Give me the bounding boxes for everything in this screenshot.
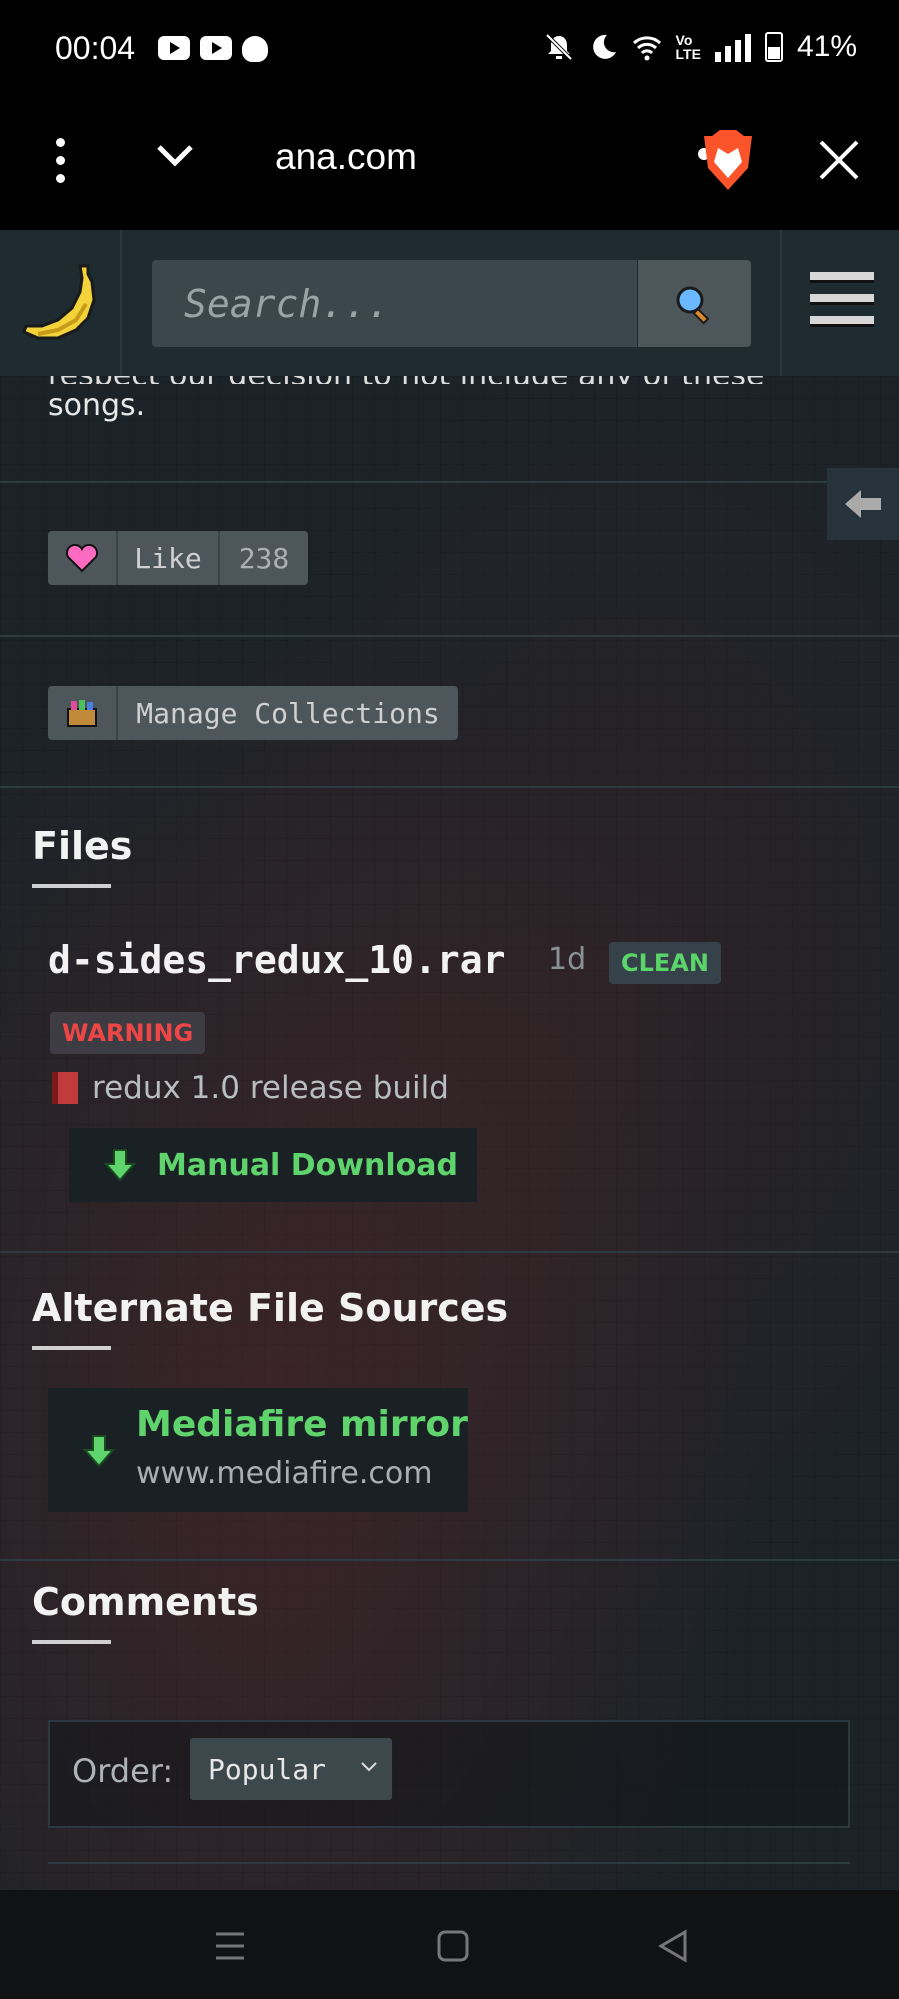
file-description-text: redux 1.0 release build [92, 1070, 449, 1106]
manual-download-label: Manual Download [157, 1147, 458, 1183]
search-input[interactable] [152, 260, 656, 347]
heading-underline [32, 1640, 111, 1644]
status-time: 00:04 [55, 30, 136, 66]
notifications-off-icon [545, 33, 572, 61]
chevron-down-icon[interactable] [155, 135, 195, 175]
status-bar: 00:04 Vo LTE 41% [0, 0, 899, 100]
page-content: respect our decision to not include any … [0, 376, 899, 1890]
moon-icon [592, 34, 616, 59]
mediafire-mirror-link[interactable]: Mediafire mirror www.mediafire.com [48, 1388, 468, 1512]
header-divider [780, 230, 782, 376]
recent-apps-icon[interactable] [212, 1928, 248, 1964]
manual-download-button[interactable]: Manual Download [69, 1128, 477, 1202]
notification-icons [158, 36, 268, 62]
comments-heading: Comments [32, 1580, 259, 1624]
comment-order-bar: Order: Popular [48, 1720, 850, 1828]
system-nav-bar [0, 1890, 899, 1999]
file-name: d-sides_redux_10.rar [48, 938, 506, 982]
youtube-icon [158, 36, 190, 60]
banana-icon[interactable] [18, 260, 102, 344]
download-arrow-icon [82, 1435, 116, 1468]
back-tab[interactable] [827, 468, 899, 540]
order-selected-value: Popular [208, 1752, 327, 1786]
battery-percent: 41% [796, 30, 857, 63]
alternate-sources-heading: Alternate File Sources [32, 1286, 509, 1330]
mirror-title: Mediafire mirror [136, 1404, 468, 1445]
search-box[interactable] [152, 260, 656, 347]
site-header [0, 230, 899, 377]
signal-icon [714, 32, 751, 62]
section-divider [0, 786, 899, 788]
home-icon[interactable] [435, 1928, 471, 1964]
wifi-icon [632, 36, 661, 61]
close-icon[interactable] [815, 136, 863, 184]
back-icon[interactable] [655, 1928, 691, 1964]
book-icon [52, 1072, 78, 1104]
warning-badge[interactable]: WARNING [50, 1012, 206, 1054]
collections-group[interactable]: Manage Collections [48, 686, 458, 740]
youtube-icon [200, 36, 232, 60]
address-bar-url[interactable]: ana.com [275, 136, 417, 178]
order-select[interactable]: Popular [190, 1738, 392, 1800]
manage-collections-button[interactable]: Manage Collections [118, 686, 458, 740]
download-arrow-icon [103, 1149, 137, 1182]
chevron-down-icon [361, 1762, 377, 1772]
mirror-url: www.mediafire.com [136, 1456, 433, 1491]
section-divider [0, 481, 899, 483]
section-divider [0, 635, 899, 637]
description-text: respect our decision to not include any … [48, 376, 765, 423]
like-count: 238 [220, 531, 308, 585]
section-divider [0, 1251, 899, 1253]
kebab-menu-icon[interactable] [50, 138, 70, 188]
heading-underline [32, 1346, 111, 1350]
files-heading: Files [32, 824, 133, 868]
brave-lion-icon[interactable] [698, 128, 758, 194]
file-age: 1d [548, 942, 587, 977]
battery-icon [764, 32, 783, 62]
heading-underline [32, 884, 111, 888]
header-divider [120, 230, 122, 376]
order-label: Order: [72, 1752, 174, 1790]
search-button[interactable] [638, 260, 751, 347]
section-divider [48, 1862, 850, 1864]
browser-toolbar: ana.com [0, 100, 899, 230]
arrow-left-icon [845, 490, 881, 518]
volte-icon: Vo LTE [675, 32, 701, 62]
like-group[interactable]: Like 238 [48, 531, 308, 585]
like-button[interactable]: Like [118, 531, 220, 585]
clean-badge: CLEAN [609, 942, 721, 984]
heart-icon[interactable] [48, 531, 118, 585]
reddit-icon [242, 36, 268, 62]
system-icons: Vo LTE 41% [544, 30, 857, 64]
section-divider [0, 1559, 899, 1561]
file-description: redux 1.0 release build [52, 1070, 449, 1106]
magnifier-icon [676, 286, 710, 325]
hamburger-icon[interactable] [810, 272, 874, 336]
chest-icon[interactable] [48, 686, 118, 740]
